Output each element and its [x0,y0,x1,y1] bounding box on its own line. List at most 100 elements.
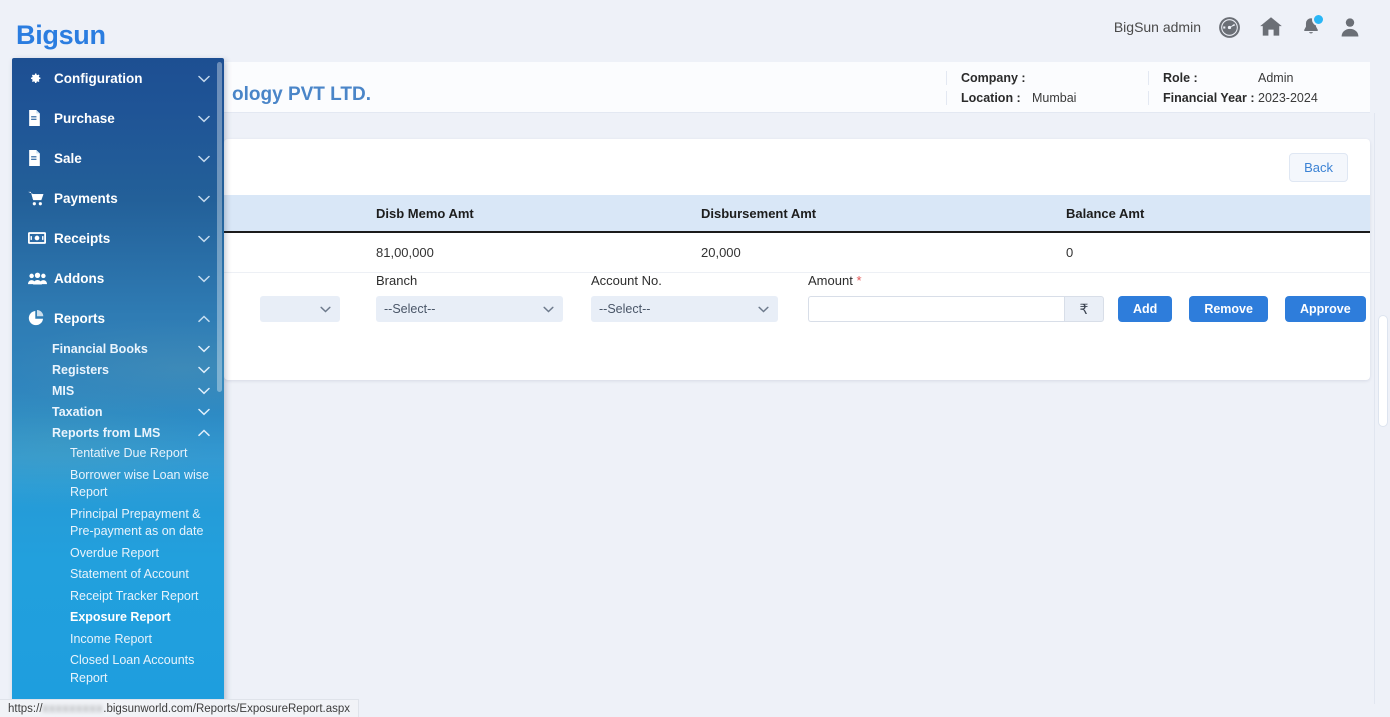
sidebar-link-statement-of-account[interactable]: Statement of Account [12,564,224,586]
sidebar-item-label: Configuration [54,70,143,86]
column-header-disb-memo-amt: Disb Memo Amt [376,205,474,221]
chevron-down-icon [198,71,210,86]
disbursement-form-row: Branch --Select-- Account No. --Select--… [224,273,1370,343]
account-no-label: Account No. [591,273,662,288]
sidebar-item-label: Payments [54,190,118,206]
column-header-disbursement-amt: Disbursement Amt [701,205,817,221]
context-info-grid: Company : Role : Admin Location : Mumbai… [946,62,1368,113]
sidebar-subitem-label: Registers [52,362,109,377]
role-value: Admin [1258,70,1294,85]
column-header-balance-amt: Balance Amt [1066,205,1145,221]
branch-select[interactable]: --Select-- [376,296,563,322]
account-no-field: Account No. --Select-- [591,273,808,322]
table-header-row: Disb Memo Amt Disbursement Amt Balance A… [224,195,1370,233]
sidebar-subitem-label: MIS [52,383,75,398]
user-profile-icon[interactable] [1338,15,1362,39]
chevron-down-icon [198,271,210,286]
app-logo[interactable]: Bigsun [16,20,106,51]
sidebar-item-receipts[interactable]: Receipts [12,218,224,258]
document-icon [28,110,54,126]
pie-chart-icon [28,310,54,326]
account-no-select-value: --Select-- [599,302,651,316]
remove-button[interactable]: Remove [1189,296,1268,322]
sidebar-link-overdue-report[interactable]: Overdue Report [12,543,224,565]
required-asterisk: * [856,273,862,288]
status-url-redacted: xxxxxxxxx [42,702,104,715]
branch-field: Branch --Select-- [376,273,591,322]
home-icon[interactable] [1258,14,1284,40]
page-header-bar: ology PVT LTD. Company : Role : Admin Lo… [224,62,1370,113]
first-select-field [224,273,376,322]
page-scrollbar-thumb[interactable] [1378,315,1388,427]
sidebar-item-payments[interactable]: Payments [12,178,224,218]
chevron-down-icon [198,342,210,356]
chevron-down-icon [198,231,210,246]
status-url-prefix: https:// [8,702,43,715]
notification-badge [1312,13,1325,26]
sidebar-link-principal-prepayment-report[interactable]: Principal Prepayment & Pre-payment as on… [12,504,224,543]
sidebar-subitem-financial-books[interactable]: Financial Books [12,338,224,359]
notification-bell-icon[interactable] [1300,13,1325,38]
chevron-down-icon [320,302,331,316]
table-row: 81,00,000 20,000 0 [224,233,1370,273]
cart-icon [28,191,54,206]
approve-button[interactable]: Approve [1284,296,1366,322]
sidebar-item-label: Receipts [54,230,111,246]
sidebar-link-income-report[interactable]: Income Report [12,629,224,651]
sidebar-item-purchase[interactable]: Purchase [12,98,224,138]
company-label: Company : [946,70,1032,85]
first-select[interactable] [260,296,340,322]
financial-year-label: Financial Year : [1148,90,1258,105]
sidebar-item-label: Reports [54,310,106,326]
dashboard-icon[interactable] [1217,15,1242,40]
sidebar-nav: Configuration Purchase Sale Payments Rec… [12,58,224,703]
chevron-down-icon [543,302,554,316]
sidebar-subitem-taxation[interactable]: Taxation [12,401,224,422]
financial-year-value: 2023-2024 [1258,90,1318,105]
chevron-down-icon [198,363,210,377]
back-button[interactable]: Back [1289,153,1348,182]
top-bar: Bigsun BigSun admin [0,0,1390,62]
amount-input[interactable] [808,296,1064,322]
sidebar-scrollbar[interactable] [217,62,222,682]
chevron-down-icon [198,384,210,398]
sidebar-link-tentative-due-report[interactable]: Tentative Due Report [12,443,224,465]
sidebar-item-reports[interactable]: Reports [12,298,224,338]
sidebar-link-receipt-tracker-report[interactable]: Receipt Tracker Report [12,586,224,608]
sidebar-item-label: Purchase [54,110,115,126]
sidebar-subitem-mis[interactable]: MIS [12,380,224,401]
company-value [1032,71,1148,85]
sidebar-item-sale[interactable]: Sale [12,138,224,178]
amount-input-group: ₹ [808,296,1118,322]
top-bar-actions: BigSun admin [1114,13,1362,40]
chevron-down-icon [198,111,210,126]
chevron-down-icon [758,302,769,316]
sidebar-link-closed-loan-accounts-report[interactable]: Closed Loan Accounts Report [12,650,224,689]
chevron-up-icon [198,311,210,326]
rupee-icon: ₹ [1064,296,1104,322]
chevron-down-icon [198,191,210,206]
sidebar-link-exposure-report[interactable]: Exposure Report [12,607,224,629]
form-action-buttons: Add Remove Approve [1118,273,1366,322]
account-no-select[interactable]: --Select-- [591,296,778,322]
sidebar-subitem-registers[interactable]: Registers [12,359,224,380]
disbursement-card: Back Disb Memo Amt Disbursement Amt Bala… [224,139,1370,380]
document-icon [28,150,54,166]
amount-field: Amount * ₹ [808,273,1118,322]
cell-balance-amt: 0 [1066,245,1074,260]
location-value: Mumbai [1032,90,1077,105]
sidebar-link-borrower-wise-loan-wise-report[interactable]: Borrower wise Loan wise Report [12,465,224,504]
sidebar-subitem-label: Taxation [52,404,103,419]
branch-label: Branch [376,273,418,288]
first-select-label [260,273,376,289]
sidebar-scrollbar-thumb[interactable] [217,62,222,392]
users-icon [28,272,54,285]
add-button[interactable]: Add [1118,296,1173,322]
sidebar-item-addons[interactable]: Addons [12,258,224,298]
amount-label-text: Amount [808,273,853,288]
cell-disbursement-amt: 20,000 [701,245,741,260]
page-scrollbar[interactable] [1374,113,1390,704]
sidebar-subitem-reports-from-lms[interactable]: Reports from LMS [12,422,224,443]
amount-label: Amount * [808,273,1118,289]
sidebar-item-configuration[interactable]: Configuration [12,58,224,98]
